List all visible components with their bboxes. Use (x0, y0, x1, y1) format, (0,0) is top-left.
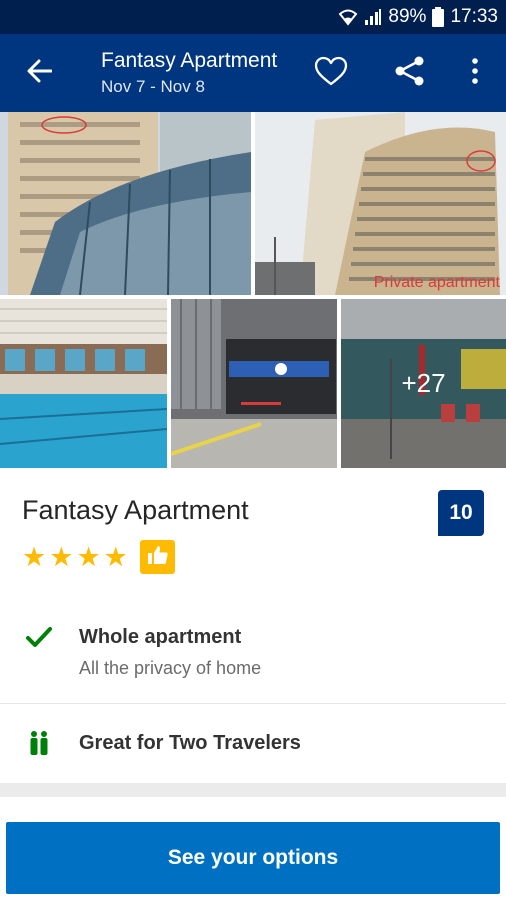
see-options-button[interactable]: See your options (6, 822, 500, 894)
stay-dates: Nov 7 - Nov 8 (101, 77, 205, 96)
star-icon: ★ (76, 542, 101, 572)
share-icon (394, 56, 426, 91)
facility-subtitle: All the privacy of home (79, 658, 262, 678)
facility-two-travelers: Great for Two Travelers (0, 704, 506, 783)
photo-caption: Private apartment (374, 274, 501, 291)
star-rating: ★ ★ ★ ★ (22, 542, 128, 572)
battery-icon (432, 7, 445, 27)
preferred-badge[interactable] (140, 540, 175, 574)
more-photos-count: +27 (341, 299, 506, 468)
clock: 17:33 (450, 6, 498, 27)
title-block: Fantasy Apartment Nov 7 - Nov 8 (101, 48, 277, 99)
back-arrow-icon (26, 59, 53, 88)
photo-parking[interactable] (171, 299, 337, 468)
facility-title: Whole apartment (79, 626, 242, 648)
photo-building-glass[interactable] (0, 112, 251, 295)
wifi-icon (338, 8, 358, 26)
facility-title: Great for Two Travelers (79, 732, 301, 754)
app-bar: Fantasy Apartment Nov 7 - Nov 8 (0, 34, 506, 112)
star-icon: ★ (22, 542, 47, 572)
facility-whole-apartment: Whole apartment All the privacy of home (0, 612, 506, 702)
star-icon: ★ (49, 542, 74, 572)
photo-gallery: Private apartment +27 (0, 112, 506, 468)
star-icon: ★ (103, 542, 128, 572)
photo-pool[interactable] (0, 299, 167, 468)
share-button[interactable] (390, 54, 430, 92)
signal-icon (364, 8, 382, 26)
status-bar: 89% 17:33 (0, 0, 506, 34)
heart-icon (314, 56, 348, 91)
check-icon (26, 626, 52, 653)
more-options-button[interactable] (460, 54, 490, 92)
property-name: Fantasy Apartment (22, 495, 249, 525)
more-vert-icon (471, 57, 479, 89)
two-people-icon (29, 730, 49, 761)
back-button[interactable] (22, 56, 56, 90)
favorite-button[interactable] (312, 54, 350, 92)
thumbs-up-icon (147, 545, 169, 570)
section-separator (0, 783, 506, 797)
photo-more[interactable]: +27 (341, 299, 506, 468)
status-indicators: 89% 17:33 (338, 0, 498, 34)
photo-building-tower[interactable]: Private apartment (255, 112, 506, 295)
page-title: Fantasy Apartment (101, 49, 278, 72)
review-score-badge[interactable]: 10 (438, 490, 484, 536)
battery-percent: 89% (388, 6, 427, 27)
